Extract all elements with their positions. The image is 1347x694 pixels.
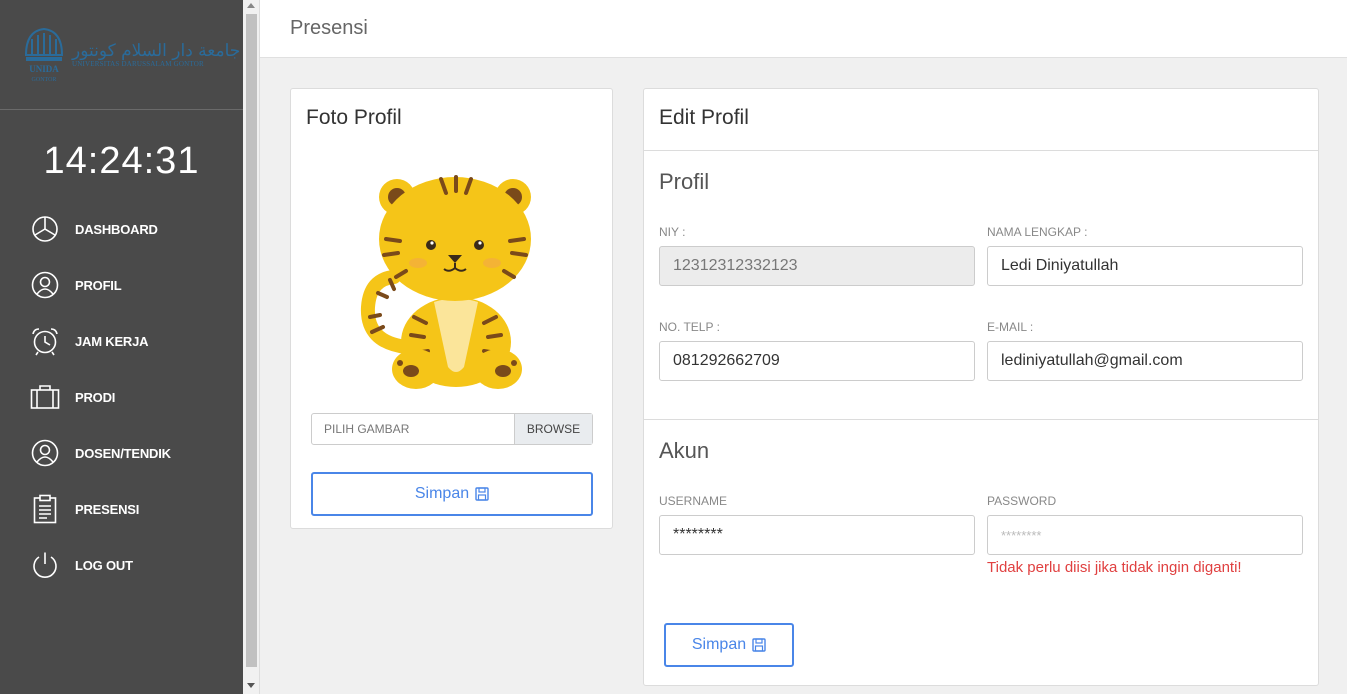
sidebar-item-label: DOSEN/TENDIK (75, 445, 171, 461)
sidebar-item-label: PRODI (75, 389, 116, 405)
name-label: NAMA LENGKAP : (987, 225, 1088, 239)
briefcase-icon (30, 382, 60, 412)
email-field[interactable]: lediniyatullah@gmail.com (987, 341, 1303, 381)
power-icon (30, 550, 60, 580)
sidebar-item-label: JAM KERJA (75, 333, 149, 349)
password-field[interactable]: ******** (987, 515, 1303, 555)
scroll-down-icon[interactable] (247, 683, 255, 688)
sidebar-item-log-out[interactable]: LOG OUT (0, 537, 243, 593)
full-name-field[interactable]: Ledi Diniyatullah (987, 246, 1303, 286)
user-circle-icon (30, 438, 60, 468)
tiger-avatar-icon (360, 175, 531, 389)
profile-section-title: Profil (659, 169, 710, 194)
logo-arabic-text: جامعة دار السلام كونتور (72, 40, 241, 61)
svg-text:UNIDA: UNIDA (29, 64, 59, 74)
file-input[interactable]: PILIH GAMBAR (312, 414, 514, 444)
save-label: Simpan (414, 485, 470, 502)
logo-latin-text: UNIVERSITAS DARUSSALAM GONTOR (72, 59, 204, 68)
sidebar-item-profil[interactable]: PROFIL (0, 257, 243, 313)
sidebar-item-dashboard[interactable]: DASHBOARD (0, 201, 243, 257)
sidebar-item-label: DASHBOARD (75, 221, 158, 237)
section-divider (644, 419, 1318, 420)
username-label: USERNAME (659, 494, 728, 508)
profile-photo (356, 167, 546, 392)
email-label: E-MAIL : (987, 320, 1034, 334)
photo-card: Foto Profil PILIH GAMBAR BROWSE Simpan (290, 88, 613, 529)
browse-button[interactable]: BROWSE (514, 414, 592, 444)
page-header: Presensi (260, 0, 1347, 58)
save-label: Simpan (691, 636, 747, 653)
save-photo-button[interactable]: Simpan (311, 472, 593, 516)
logo-area: UNIDA GONTOR جامعة دار السلام كونتور UNI… (0, 0, 243, 110)
sidebar-item-label: PROFIL (75, 277, 122, 293)
scrollbar-thumb[interactable] (246, 14, 257, 667)
niy-field: 12312312332123 (659, 246, 975, 286)
clipboard-icon (30, 494, 60, 524)
sidebar-item-label: PRESENSI (75, 501, 140, 517)
sidebar-item-dosen-tendik[interactable]: DOSEN/TENDIK (0, 425, 243, 481)
floppy-disk-icon (475, 487, 489, 501)
university-logo[interactable]: UNIDA GONTOR جامعة دار السلام كونتور UNI… (22, 25, 240, 85)
page-title: Presensi (290, 17, 368, 39)
username-field[interactable]: ******** (659, 515, 975, 555)
scroll-up-icon[interactable] (247, 3, 255, 8)
pie-chart-icon (30, 214, 60, 244)
sidebar-scrollbar[interactable] (243, 0, 260, 694)
file-picker[interactable]: PILIH GAMBAR BROWSE (311, 413, 593, 445)
sidebar-nav: DASHBOARD PROFIL JAM KERJA PRODI DOSEN/T… (0, 201, 243, 593)
photo-card-title: Foto Profil (306, 106, 402, 129)
phone-label: NO. TELP : (659, 320, 720, 334)
password-hint: Tidak perlu diisi jika tidak ingin digan… (987, 559, 1242, 576)
phone-field[interactable]: 081292662709 (659, 341, 975, 381)
sidebar: UNIDA GONTOR جامعة دار السلام كونتور UNI… (0, 0, 243, 694)
sidebar-item-presensi[interactable]: PRESENSI (0, 481, 243, 537)
sidebar-item-jam-kerja[interactable]: JAM KERJA (0, 313, 243, 369)
unida-emblem-icon: UNIDA GONTOR (24, 27, 64, 83)
alarm-clock-icon (30, 326, 60, 356)
sidebar-item-label: LOG OUT (75, 557, 133, 573)
niy-label: NIY : (659, 225, 686, 239)
edit-card-title: Edit Profil (644, 89, 1318, 151)
clock: 14:24:31 (43, 140, 200, 182)
edit-profile-card: Edit Profil Profil NIY : 12312312332123 … (643, 88, 1319, 686)
user-circle-icon (30, 270, 60, 300)
password-label: PASSWORD (987, 494, 1057, 508)
sidebar-item-prodi[interactable]: PRODI (0, 369, 243, 425)
account-section-title: Akun (659, 438, 710, 463)
floppy-disk-icon (752, 638, 766, 652)
svg-text:GONTOR: GONTOR (32, 77, 57, 83)
save-profile-button[interactable]: Simpan (664, 623, 794, 667)
